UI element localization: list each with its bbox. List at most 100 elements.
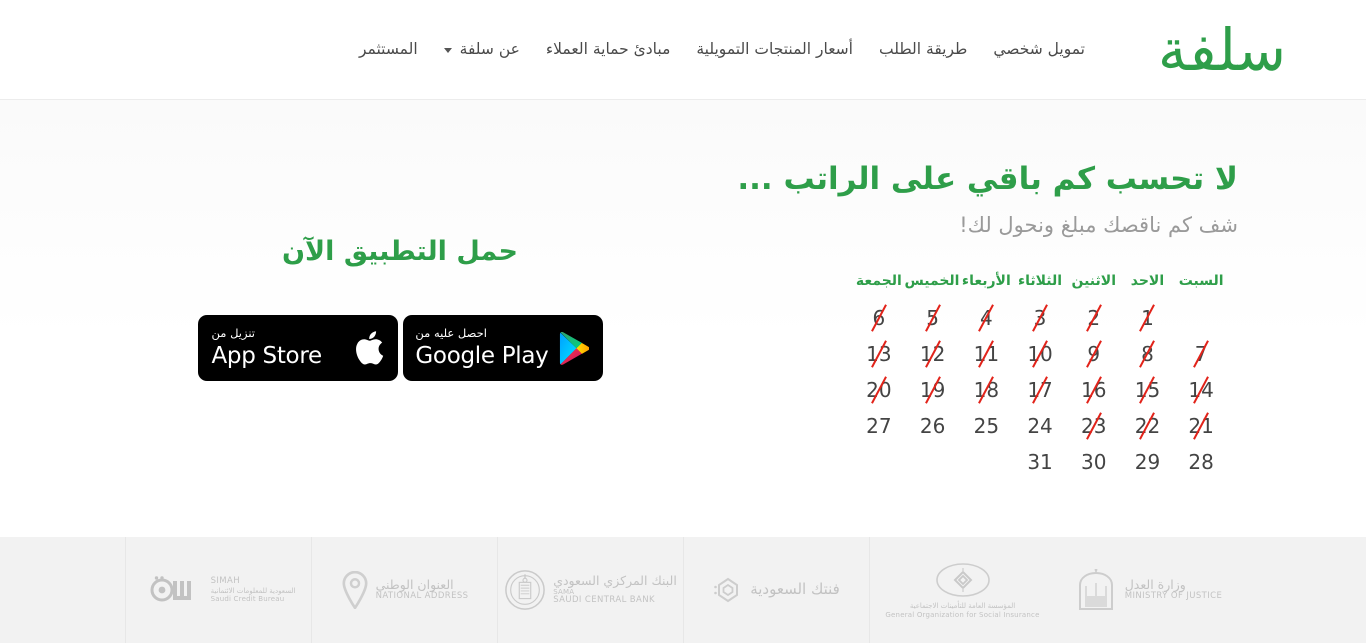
partner-fintech-saudi: فنتك السعودية [683,537,869,643]
calendar-day-number: 16 [1078,378,1109,402]
gosi-logo-icon [935,563,990,598]
calendar-day-26[interactable]: 26 [906,408,960,444]
apple-icon [354,330,384,366]
calendar-day-number: 4 [977,306,996,330]
fintech-saudi-icon [714,577,739,603]
nav-item-about-salfah[interactable]: عن سلفة [431,36,533,62]
saudi-central-bank-wordmark: البنك المركزي السعودي SAMA Saudi Central… [553,572,677,606]
simah-logo: SIMAH السعودية للمعلومات الائتمانية Saud… [142,573,296,607]
calendar-day-2[interactable]: 2 [1067,300,1121,336]
calendar-day-15[interactable]: 15 [1121,372,1175,408]
nav-item-product-pricing[interactable]: أسعار المنتجات التمويلية [683,36,866,62]
calendar-cell-empty [852,444,906,480]
fintech-saudi-logo: فنتك السعودية [713,575,840,605]
weekday-header-friday: الجمعة [855,273,902,289]
national-address-pin-icon [342,571,368,609]
saudi-central-bank-name-ar: البنك المركزي السعودي [553,572,677,588]
calendar-day-number: 21 [1185,414,1216,438]
gosi-logo: المؤسسة العامة للتأمينات الاجتماعية Gene… [885,561,1039,619]
nav-item-label: عن سلفة [459,40,520,58]
partner-simah: SIMAH السعودية للمعلومات الائتمانية Saud… [125,537,311,643]
calendar-day-13[interactable]: 13 [852,336,906,372]
calendar-day-12[interactable]: 12 [906,336,960,372]
main-navigation: تمويل شخصي طريقة الطلب أسعار المنتجات ال… [346,36,1098,62]
calendar-day-30[interactable]: 30 [1067,444,1121,480]
calendar-day-9[interactable]: 9 [1067,336,1121,372]
calendar-day-29[interactable]: 29 [1121,444,1175,480]
page-title: لا تحسب كم باقي على الراتب ... [737,161,1238,197]
calendar-day-7[interactable]: 7 [1174,336,1228,372]
calendar-day-8[interactable]: 8 [1121,336,1175,372]
calendar-week-row: 21 22 23 24 25 26 27 [852,408,1228,444]
ministry-of-justice-wordmark: وزارة العدل Ministry of Justice [1124,577,1223,602]
calendar-day-number: 20 [863,378,894,402]
national-address-name-en: National Address [375,591,469,602]
nav-item-label: المستثمر [358,40,418,58]
google-play-button[interactable]: احصل عليه من Google Play [402,315,603,381]
ministry-of-justice-name-en: Ministry of Justice [1124,591,1223,602]
calendar-day-1[interactable]: 1 [1121,300,1175,336]
app-store-button[interactable]: تنزيل من App Store [197,315,398,381]
gosi-name-ar: المؤسسة العامة للتأمينات الاجتماعية [909,602,1016,611]
calendar-day-21[interactable]: 21 [1174,408,1228,444]
partner-logos-strip: SIMAH السعودية للمعلومات الائتمانية Saud… [0,537,1366,643]
calendar-day-number: 29 [1134,450,1161,474]
calendar-day-20[interactable]: 20 [852,372,906,408]
calendar-day-25[interactable]: 25 [959,408,1013,444]
calendar-day-19[interactable]: 19 [906,372,960,408]
national-address-name-ar: العنوان الوطني [375,576,454,592]
calendar-day-28[interactable]: 28 [1174,444,1228,480]
hero-left-column: حمل التطبيق الآن احصل عليه من Google Pla… [160,100,640,381]
calendar-day-4[interactable]: 4 [959,300,1013,336]
calendar-week-row: 28 29 30 31 [852,444,1228,480]
partner-saudi-central-bank: البنك المركزي السعودي SAMA Saudi Central… [497,537,683,643]
nav-item-label: طريقة الطلب [878,40,968,58]
calendar-day-number: 2 [1084,306,1103,330]
calendar-day-22[interactable]: 22 [1121,408,1175,444]
nav-item-customer-protection[interactable]: مبادئ حماية العملاء [533,36,683,62]
calendar-day-27[interactable]: 27 [852,408,906,444]
fintech-saudi-wordmark: فنتك السعودية [750,581,840,599]
weekday-header-wednesday: الأربعاء [961,273,1011,289]
calendar-day-23[interactable]: 23 [1067,408,1121,444]
calendar-cell-empty [906,444,960,480]
calendar-day-11[interactable]: 11 [959,336,1013,372]
ministry-of-justice-logo: وزارة العدل Ministry of Justice [1074,569,1223,611]
calendar-week-row: 7 8 9 10 11 12 13 [852,336,1228,372]
salary-countdown-calendar: السبت الاحد الاثنين الثلاثاء الأربعاء ال… [852,270,1228,480]
calendar-day-14[interactable]: 14 [1174,372,1228,408]
google-play-top-text: احصل عليه من [415,326,487,340]
nav-item-how-to-apply[interactable]: طريقة الطلب [866,36,980,62]
hero-section: لا تحسب كم باقي على الراتب ... شف كم ناق… [0,100,1366,537]
download-app-title: حمل التطبيق الآن [282,236,518,267]
calendar-day-number: 13 [863,342,894,366]
page-root: تمويل شخصي طريقة الطلب أسعار المنتجات ال… [0,0,1366,643]
hero-subtitle: شف كم ناقصك مبلغ ونحول لك! [959,213,1238,237]
calendar-day-18[interactable]: 18 [959,372,1013,408]
calendar-day-number: 27 [866,414,892,438]
calendar-day-3[interactable]: 3 [1013,300,1067,336]
partner-gosi: المؤسسة العامة للتأمينات الاجتماعية Gene… [869,537,1055,643]
calendar-day-number: 23 [1078,414,1109,438]
calendar-day-5[interactable]: 5 [906,300,960,336]
calendar-day-number: 3 [1031,306,1050,330]
calendar-day-17[interactable]: 17 [1013,372,1067,408]
national-address-wordmark: العنوان الوطني National Address [375,576,469,602]
calendar-day-24[interactable]: 24 [1013,408,1067,444]
nav-item-label: أسعار المنتجات التمويلية [696,40,853,58]
nav-item-personal-finance[interactable]: تمويل شخصي [980,36,1098,62]
saudi-central-bank-logo: البنك المركزي السعودي SAMA Saudi Central… [504,569,677,611]
nav-item-investor[interactable]: المستثمر [346,36,431,62]
calendar-day-6[interactable]: 6 [852,300,906,336]
brand-logo[interactable]: سلفة [1102,8,1342,92]
google-play-label: احصل عليه من Google Play [415,326,548,370]
calendar-day-number: 12 [917,342,948,366]
calendar-day-number: 25 [973,414,1000,438]
calendar-day-10[interactable]: 10 [1013,336,1067,372]
saudi-central-bank-name-en: Saudi Central Bank [553,595,655,606]
calendar-day-number: 24 [1027,414,1053,438]
weekday-header-saturday: السبت [1178,273,1224,289]
calendar-day-16[interactable]: 16 [1067,372,1121,408]
calendar-day-number: 1 [1138,306,1157,330]
calendar-day-31[interactable]: 31 [1013,444,1067,480]
